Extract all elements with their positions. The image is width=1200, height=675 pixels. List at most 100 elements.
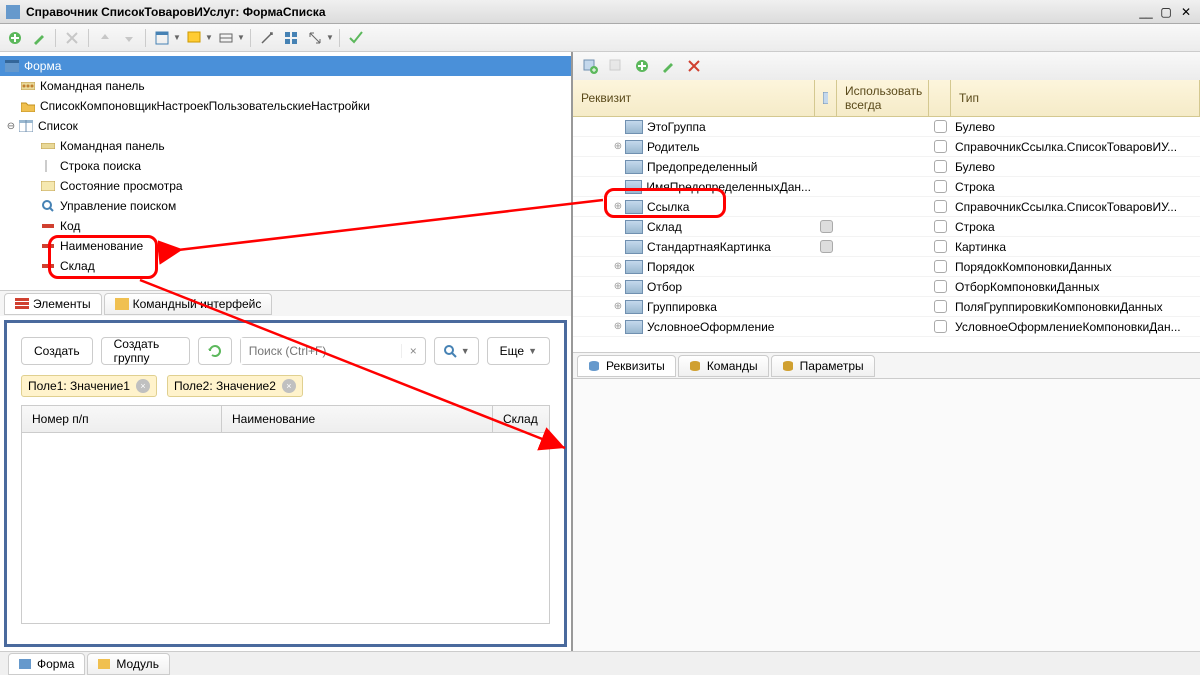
attr-type: Картинка — [955, 240, 1006, 254]
expand-icon[interactable]: ⊕ — [611, 321, 625, 332]
expand-icon[interactable]: ⊕ — [611, 301, 625, 312]
checkbox[interactable] — [934, 180, 947, 193]
create-button[interactable]: Создать — [21, 337, 93, 365]
col-type[interactable]: Тип — [951, 80, 1200, 116]
tab-params[interactable]: Параметры — [771, 355, 875, 377]
minimize-button[interactable]: __ — [1138, 5, 1154, 19]
tree-root[interactable]: Форма — [0, 56, 571, 76]
delete-attr-button[interactable] — [683, 55, 705, 77]
attr-row[interactable]: ЭтоГруппаБулево — [573, 117, 1200, 137]
checkbox[interactable] — [934, 240, 947, 253]
edit-button[interactable] — [28, 27, 50, 49]
attr-row[interactable]: СтандартнаяКартинкаКартинка — [573, 237, 1200, 257]
tab-module[interactable]: Модуль — [87, 653, 170, 675]
remove-filter-icon[interactable]: × — [282, 379, 296, 393]
tree-item[interactable]: Состояние просмотра — [0, 176, 571, 196]
tree-code[interactable]: Код — [0, 216, 571, 236]
grid-button[interactable] — [280, 27, 302, 49]
checkbox[interactable] — [934, 220, 947, 233]
attr-row[interactable]: ПредопределенныйБулево — [573, 157, 1200, 177]
search-box[interactable]: × — [240, 337, 426, 365]
edit-attr-button[interactable] — [657, 55, 679, 77]
checkbox[interactable] — [934, 120, 947, 133]
filter-chip[interactable]: Поле1: Значение1× — [21, 375, 157, 397]
tab-attrs[interactable]: Реквизиты — [577, 355, 676, 377]
expand-icon[interactable]: ⊕ — [611, 201, 625, 212]
resize-button[interactable] — [304, 27, 326, 49]
tree-item[interactable]: Строка поиска — [0, 156, 571, 176]
checkbox[interactable] — [934, 300, 947, 313]
add-button[interactable] — [4, 27, 26, 49]
checkbox[interactable] — [934, 200, 947, 213]
checkbox[interactable] — [934, 260, 947, 273]
window-button[interactable] — [183, 27, 205, 49]
add-col-button[interactable] — [605, 55, 627, 77]
expand-icon[interactable]: ⊕ — [611, 141, 625, 152]
movedown-button[interactable] — [118, 27, 140, 49]
creategroup-button[interactable]: Создать группу — [101, 337, 190, 365]
add-attr-button[interactable] — [579, 55, 601, 77]
col-name[interactable]: Наименование — [222, 406, 493, 432]
attr-name: ИмяПредопределенныхДан... — [646, 180, 811, 194]
tab-cmds[interactable]: Команды — [678, 355, 769, 377]
col-check2[interactable] — [929, 80, 951, 116]
checkbox[interactable] — [934, 320, 947, 333]
link-button[interactable] — [256, 27, 278, 49]
col-check[interactable] — [815, 80, 837, 116]
close-button[interactable]: ✕ — [1178, 5, 1194, 19]
check-button[interactable] — [345, 27, 367, 49]
layout-button[interactable] — [151, 27, 173, 49]
checkbox[interactable] — [820, 220, 833, 233]
attr-row[interactable]: ⊕ОтборОтборКомпоновкиДанных — [573, 277, 1200, 297]
cmd-icon — [115, 298, 129, 310]
expand-icon[interactable]: ⊕ — [611, 281, 625, 292]
search-button[interactable]: ▼ — [434, 337, 479, 365]
panel-button[interactable] — [215, 27, 237, 49]
tree-name[interactable]: Наименование — [0, 236, 571, 256]
moveup-button[interactable] — [94, 27, 116, 49]
search-input[interactable] — [241, 338, 401, 364]
checkbox[interactable] — [934, 140, 947, 153]
attr-row[interactable]: СкладСтрока — [573, 217, 1200, 237]
tab-cmdiface[interactable]: Командный интерфейс — [104, 293, 273, 315]
col-warehouse[interactable]: Склад — [493, 406, 549, 432]
col-usealways[interactable]: Использовать всегда — [837, 80, 929, 116]
attr-name: Группировка — [647, 300, 717, 314]
elements-tree[interactable]: Форма Командная панель СписокКомпоновщик… — [0, 52, 571, 290]
tree-warehouse[interactable]: Склад — [0, 256, 571, 276]
col-attribute[interactable]: Реквизит — [573, 80, 815, 116]
attr-row[interactable]: ⊕УсловноеОформлениеУсловноеОформлениеКом… — [573, 317, 1200, 337]
attr-type: Булево — [955, 120, 995, 134]
filter-chip[interactable]: Поле2: Значение2× — [167, 375, 303, 397]
collapse-icon[interactable]: ⊖ — [4, 119, 18, 133]
checkbox[interactable] — [934, 160, 947, 173]
tree-composer[interactable]: СписокКомпоновщикНастроекПользовательски… — [0, 96, 571, 116]
attr-row[interactable]: ⊕ГруппировкаПоляГруппировкиКомпоновкиДан… — [573, 297, 1200, 317]
db-icon — [588, 360, 602, 372]
remove-filter-icon[interactable]: × — [136, 379, 150, 393]
add-green-button[interactable] — [631, 55, 653, 77]
clear-search-button[interactable]: × — [401, 344, 425, 358]
field-icon — [40, 259, 56, 273]
attr-row[interactable]: ИмяПредопределенныхДан...Строка — [573, 177, 1200, 197]
tree-label: СписокКомпоновщикНастроекПользовательски… — [40, 99, 370, 113]
attr-row[interactable]: ⊕ПорядокПорядокКомпоновкиДанных — [573, 257, 1200, 277]
checkbox[interactable] — [820, 240, 833, 253]
tab-form[interactable]: Форма — [8, 653, 85, 675]
col-number[interactable]: Номер п/п — [22, 406, 222, 432]
tree-item[interactable]: Командная панель — [0, 136, 571, 156]
refresh-button[interactable] — [198, 337, 232, 365]
attributes-table[interactable]: Реквизит Использовать всегда Тип ЭтоГруп… — [573, 80, 1200, 352]
checkbox[interactable] — [934, 280, 947, 293]
more-button[interactable]: Еще▼ — [487, 337, 550, 365]
attr-row[interactable]: ⊕СсылкаСправочникСсылка.СписокТоваровИУ.… — [573, 197, 1200, 217]
attr-name: Порядок — [647, 260, 694, 274]
expand-icon[interactable]: ⊕ — [611, 261, 625, 272]
delete-button[interactable] — [61, 27, 83, 49]
tree-cmdpanel[interactable]: Командная панель — [0, 76, 571, 96]
attr-row[interactable]: ⊕РодительСправочникСсылка.СписокТоваровИ… — [573, 137, 1200, 157]
maximize-button[interactable]: ▢ — [1158, 5, 1174, 19]
tree-list[interactable]: ⊖ Список — [0, 116, 571, 136]
tab-elements[interactable]: Элементы — [4, 293, 102, 315]
tree-item[interactable]: Управление поиском — [0, 196, 571, 216]
